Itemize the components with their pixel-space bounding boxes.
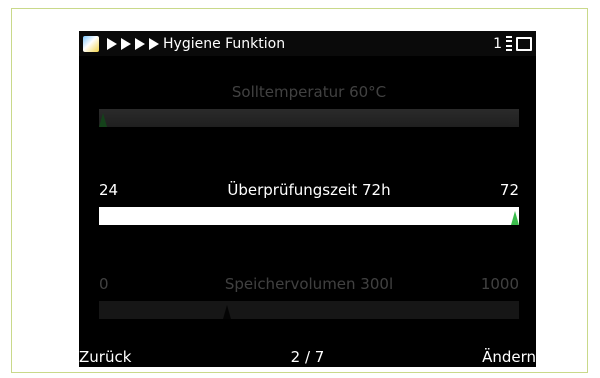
status-area: 1 — [493, 35, 532, 52]
softkey-bar: Zurück 2 / 7 Ändern — [79, 346, 536, 368]
slider-marker[interactable] — [511, 211, 519, 225]
slider-track[interactable] — [99, 301, 519, 319]
nav-arrow-icon — [121, 37, 131, 50]
nav-arrow-icon — [107, 37, 117, 50]
page-title: Hygiene Funktion — [163, 35, 286, 52]
device-screen: Hygiene Funktion 1 Solltemperatur 60°C 2… — [79, 31, 536, 367]
row-max-label: 1000 — [480, 275, 519, 293]
nav-arrow-icon — [135, 37, 145, 50]
window-icon — [516, 36, 532, 51]
page-indicator: 1 — [493, 35, 502, 52]
slider-track[interactable] — [99, 109, 519, 127]
setting-row-solltemperatur[interactable]: Solltemperatur 60°C — [99, 83, 519, 127]
app-icon — [83, 35, 99, 52]
nav-arrow-icon — [149, 37, 159, 50]
setting-row-ueberpruefungszeit[interactable]: 24 Überprüfungszeit 72h 72 — [99, 181, 519, 225]
row-title: Speichervolumen 300l — [224, 275, 394, 293]
setting-row-speichervolumen[interactable]: 0 Speichervolumen 300l 1000 — [99, 275, 519, 319]
page-counter: 2 / 7 — [290, 348, 325, 366]
row-title: Solltemperatur 60°C — [231, 83, 387, 101]
breadcrumb-arrows — [107, 37, 159, 50]
change-button[interactable]: Ändern — [482, 348, 536, 366]
row-max-label: 72 — [499, 181, 519, 199]
slider-marker[interactable] — [99, 113, 107, 127]
slider-marker[interactable] — [223, 305, 231, 319]
title-bar: Hygiene Funktion 1 — [79, 31, 536, 56]
row-title: Überprüfungszeit 72h — [227, 181, 391, 199]
signal-icon — [506, 35, 512, 52]
slider-track[interactable] — [99, 207, 519, 225]
